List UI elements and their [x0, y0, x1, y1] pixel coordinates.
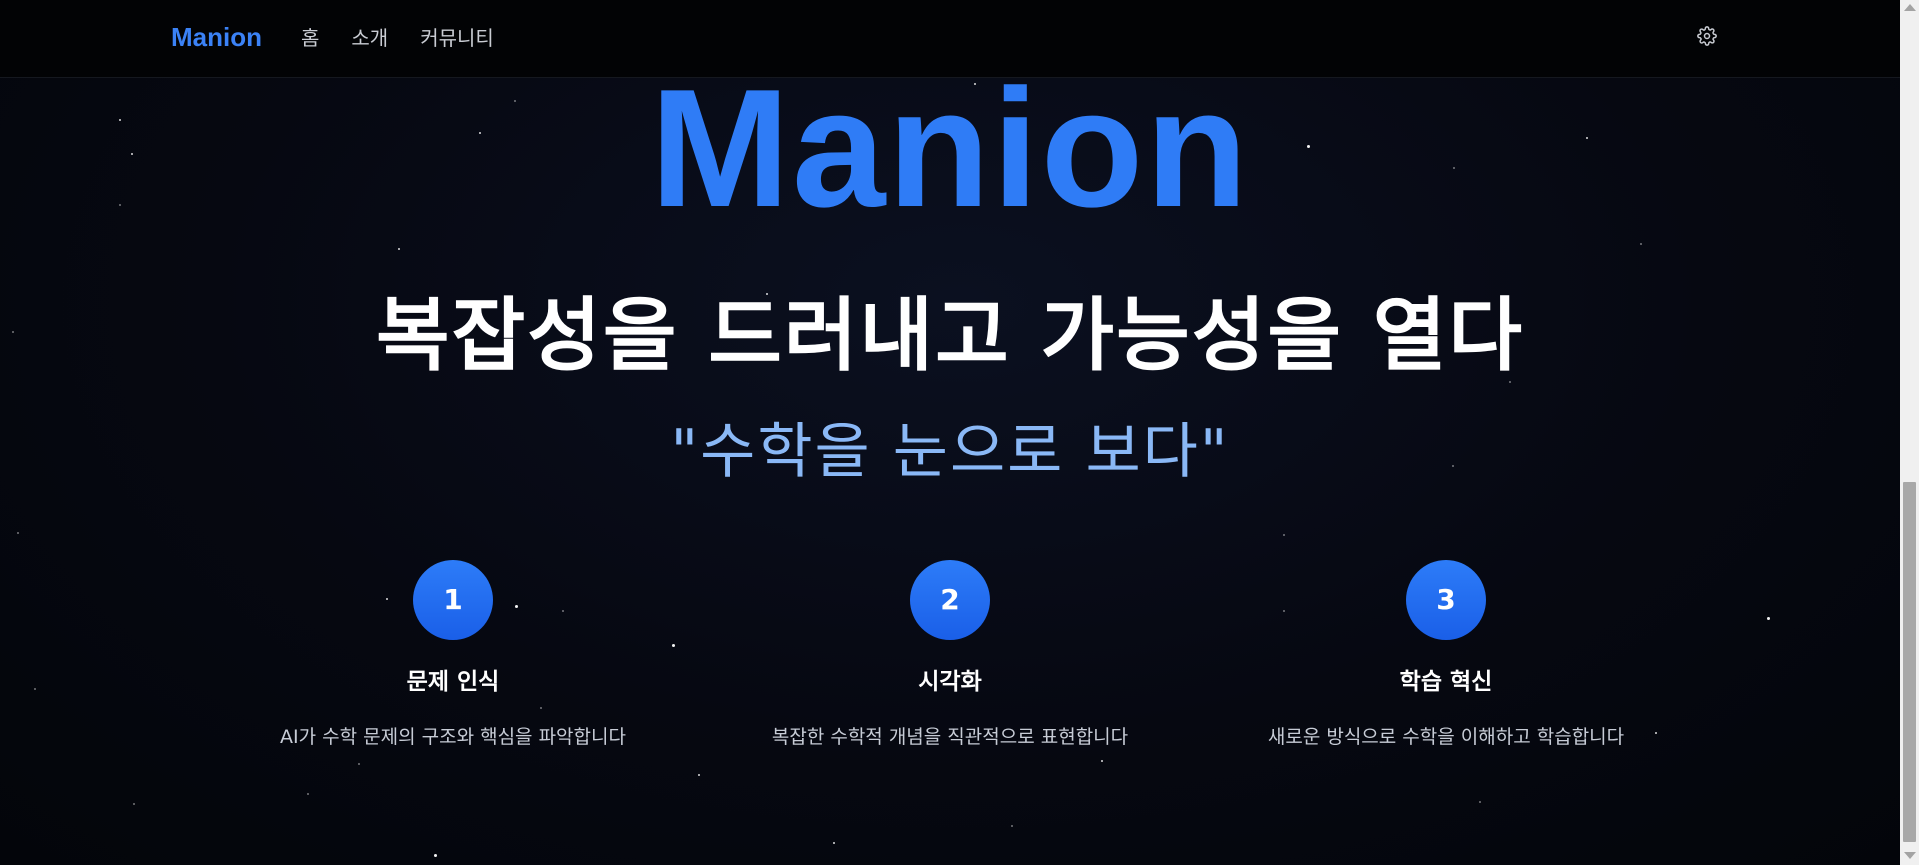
star	[1640, 243, 1642, 245]
star	[1011, 825, 1013, 827]
star	[17, 532, 19, 534]
star	[1101, 760, 1103, 762]
star	[1283, 534, 1285, 536]
step-item: 3 학습 혁신 새로운 방식으로 수학을 이해하고 학습합니다	[1226, 560, 1666, 749]
scroll-down-arrow-icon[interactable]	[1904, 852, 1916, 859]
step-description: AI가 수학 문제의 구조와 핵심을 파악합니다	[280, 726, 626, 748]
star	[358, 763, 360, 765]
step-item: 1 문제 인식 AI가 수학 문제의 구조와 핵심을 파악합니다	[233, 560, 673, 749]
scroll-up-arrow-icon[interactable]	[1904, 4, 1916, 11]
step-description: 복잡한 수학적 개념을 직관적으로 표현합니다	[771, 726, 1129, 748]
star	[398, 248, 400, 250]
hero-headline: 복잡성을 드러내고 가능성을 열다	[376, 289, 1524, 382]
nav-link-about[interactable]: 소개	[351, 22, 388, 51]
star	[133, 803, 135, 805]
star	[434, 854, 437, 857]
brand-logo[interactable]: Manion	[171, 22, 262, 53]
step-title: 시각화	[918, 669, 982, 695]
hero-quote: "수학을 눈으로 보다"	[670, 417, 1230, 487]
star	[307, 793, 309, 795]
settings-button[interactable]	[1697, 26, 1719, 48]
step-number-badge: 1	[413, 560, 493, 640]
hero-title: Manion	[650, 54, 1250, 242]
step-number-badge: 2	[910, 560, 990, 640]
star	[833, 842, 835, 844]
star	[34, 688, 36, 690]
step-item: 2 시각화 복잡한 수학적 개념을 직관적으로 표현합니다	[730, 560, 1170, 749]
step-description: 새로운 방식으로 수학을 이해하고 학습합니다	[1267, 726, 1625, 748]
star	[1479, 801, 1481, 803]
star	[1767, 617, 1770, 620]
step-title: 문제 인식	[406, 669, 500, 695]
vertical-scrollbar[interactable]	[1900, 0, 1919, 865]
page: Manion 홈 소개 커뮤니티 Manion 복잡성을 드러내고 가능성을 열…	[0, 0, 1919, 865]
nav-links: 홈 소개 커뮤니티	[301, 22, 494, 51]
scrollbar-thumb[interactable]	[1903, 482, 1916, 842]
step-number-badge: 3	[1406, 560, 1486, 640]
step-title: 학습 혁신	[1399, 669, 1493, 695]
nav-link-community[interactable]: 커뮤니티	[420, 22, 494, 51]
gear-icon	[1697, 26, 1717, 46]
star	[698, 774, 700, 776]
nav-link-home[interactable]: 홈	[301, 22, 319, 51]
